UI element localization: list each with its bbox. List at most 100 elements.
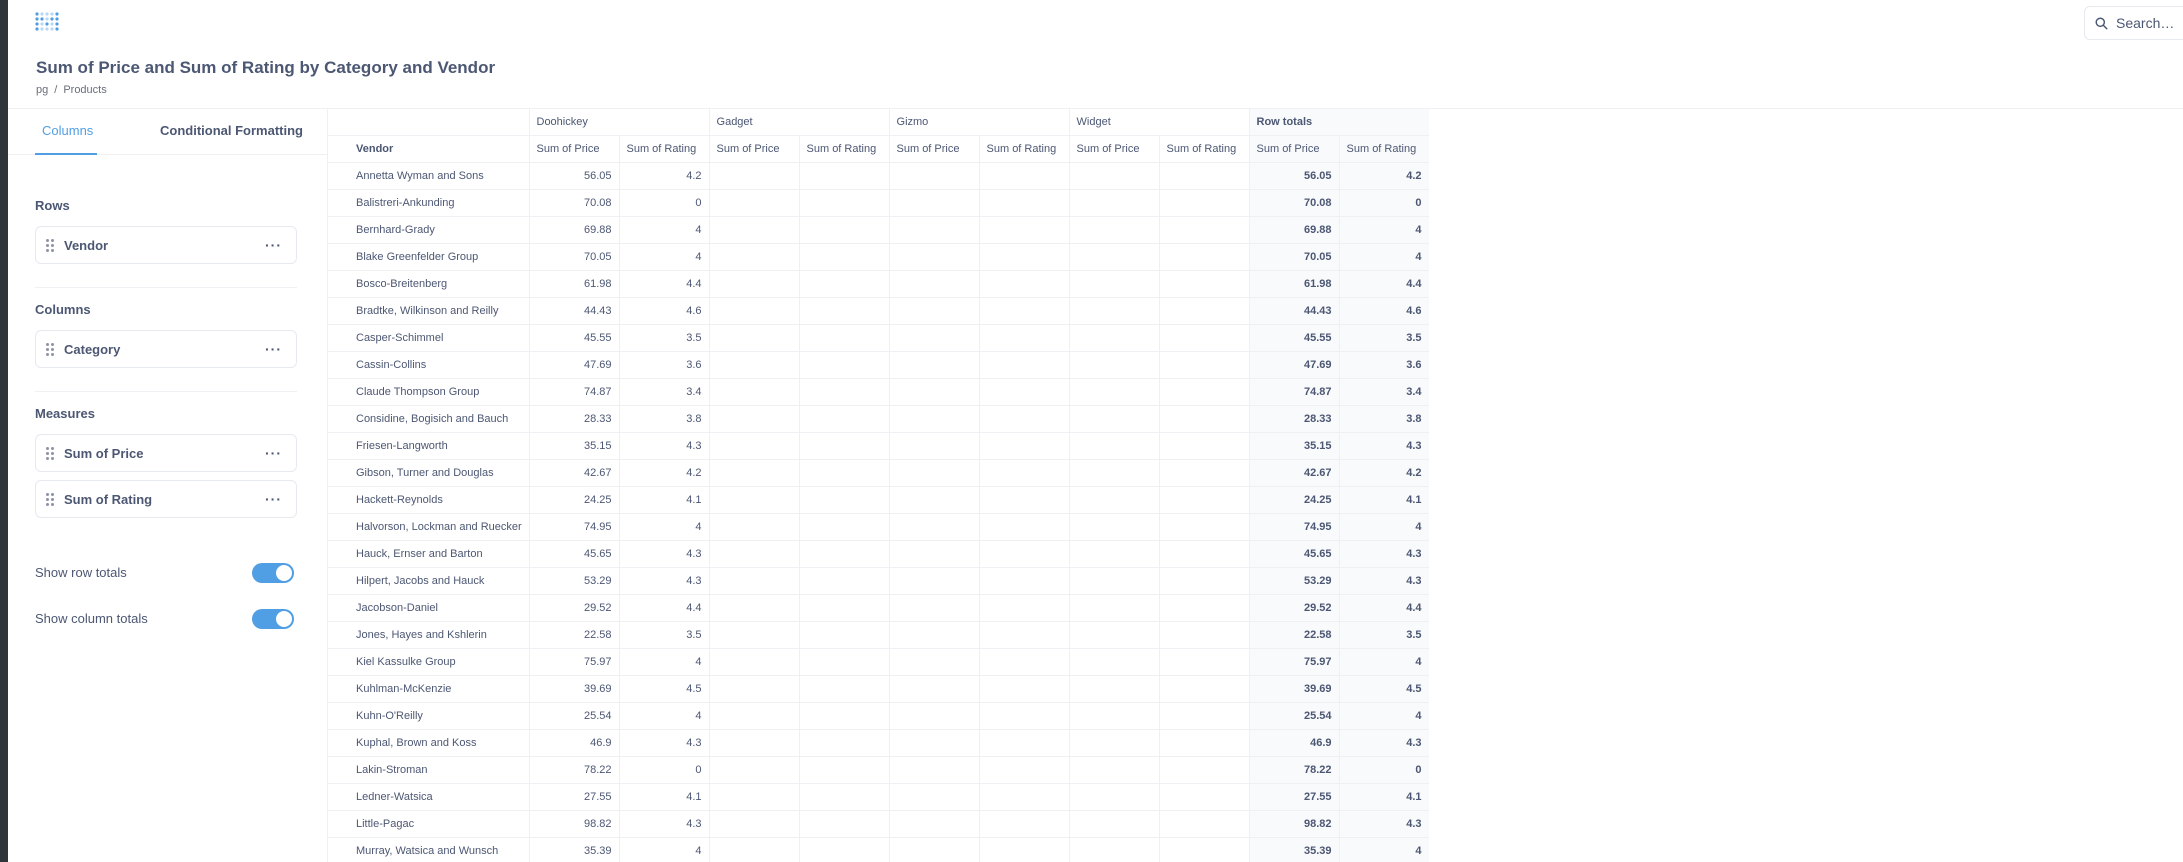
empty-cell[interactable]: [979, 756, 1070, 784]
empty-cell[interactable]: [709, 756, 800, 784]
empty-cell[interactable]: [799, 432, 890, 460]
empty-cell[interactable]: [889, 432, 980, 460]
cell-row-total-price[interactable]: 39.69: [1249, 675, 1340, 703]
cell-doohickey-price[interactable]: 39.69: [529, 675, 620, 703]
breadcrumb-table[interactable]: Products: [63, 84, 106, 96]
row-header-cell[interactable]: Kiel Kassulke Group: [328, 648, 530, 676]
empty-cell[interactable]: [1159, 513, 1250, 541]
empty-cell[interactable]: [709, 216, 800, 244]
row-header-cell[interactable]: Considine, Bogisich and Bauch: [328, 405, 530, 433]
tab-columns[interactable]: Columns: [42, 123, 93, 138]
cell-row-total-rating[interactable]: 4.3: [1339, 567, 1429, 595]
measure-header[interactable]: Sum of Rating: [619, 135, 710, 163]
cell-row-total-price[interactable]: 69.88: [1249, 216, 1340, 244]
cell-row-total-rating[interactable]: 4.5: [1339, 675, 1429, 703]
search-bar[interactable]: Search…: [2084, 6, 2183, 40]
cell-row-total-price[interactable]: 47.69: [1249, 351, 1340, 379]
cell-row-total-rating[interactable]: 4.4: [1339, 594, 1429, 622]
measure-header[interactable]: Sum of Price: [1069, 135, 1160, 163]
cell-doohickey-rating[interactable]: 4.2: [619, 459, 710, 487]
row-header-cell[interactable]: Hackett-Reynolds: [328, 486, 530, 514]
cell-row-total-price[interactable]: 44.43: [1249, 297, 1340, 325]
empty-cell[interactable]: [979, 189, 1070, 217]
empty-cell[interactable]: [889, 621, 980, 649]
cell-row-total-rating[interactable]: 4: [1339, 243, 1429, 271]
measure-header[interactable]: Sum of Price: [1249, 135, 1340, 163]
row-header-cell[interactable]: Kuhlman-McKenzie: [328, 675, 530, 703]
empty-cell[interactable]: [799, 216, 890, 244]
empty-cell[interactable]: [1159, 702, 1250, 730]
measure-header[interactable]: Sum of Price: [709, 135, 800, 163]
empty-cell[interactable]: [889, 243, 980, 271]
cell-doohickey-rating[interactable]: 3.5: [619, 324, 710, 352]
drag-handle-icon[interactable]: [46, 342, 56, 356]
breadcrumb-database[interactable]: pg: [36, 84, 48, 96]
empty-cell[interactable]: [1159, 810, 1250, 838]
empty-cell[interactable]: [889, 513, 980, 541]
empty-cell[interactable]: [1159, 594, 1250, 622]
empty-cell[interactable]: [889, 216, 980, 244]
empty-cell[interactable]: [799, 378, 890, 406]
empty-cell[interactable]: [979, 270, 1070, 298]
drag-handle-icon[interactable]: [46, 238, 56, 252]
empty-cell[interactable]: [1069, 432, 1160, 460]
cell-doohickey-rating[interactable]: 4.3: [619, 432, 710, 460]
empty-cell[interactable]: [1069, 324, 1160, 352]
cell-row-total-rating[interactable]: 4: [1339, 648, 1429, 676]
cell-doohickey-rating[interactable]: 3.5: [619, 621, 710, 649]
cell-row-total-price[interactable]: 61.98: [1249, 270, 1340, 298]
empty-cell[interactable]: [799, 270, 890, 298]
empty-cell[interactable]: [709, 540, 800, 568]
cell-row-total-rating[interactable]: 4.3: [1339, 810, 1429, 838]
empty-cell[interactable]: [1069, 216, 1160, 244]
cell-row-total-rating[interactable]: 4.3: [1339, 729, 1429, 757]
cell-doohickey-price[interactable]: 98.82: [529, 810, 620, 838]
empty-cell[interactable]: [1069, 621, 1160, 649]
empty-cell[interactable]: [709, 729, 800, 757]
empty-cell[interactable]: [889, 783, 980, 811]
row-header-vendor[interactable]: Vendor: [328, 135, 530, 163]
empty-cell[interactable]: [1069, 270, 1160, 298]
cell-doohickey-price[interactable]: 35.39: [529, 837, 620, 862]
row-header-cell[interactable]: Kuhn-O'Reilly: [328, 702, 530, 730]
cell-doohickey-rating[interactable]: 4: [619, 243, 710, 271]
more-options-icon[interactable]: ···: [265, 238, 282, 252]
cell-doohickey-price[interactable]: 78.22: [529, 756, 620, 784]
cell-doohickey-price[interactable]: 46.9: [529, 729, 620, 757]
empty-cell[interactable]: [889, 702, 980, 730]
empty-cell[interactable]: [1159, 783, 1250, 811]
cell-doohickey-rating[interactable]: 4.1: [619, 486, 710, 514]
empty-cell[interactable]: [1069, 594, 1160, 622]
empty-cell[interactable]: [979, 729, 1070, 757]
cell-doohickey-rating[interactable]: 4.3: [619, 567, 710, 595]
cell-doohickey-rating[interactable]: 4.4: [619, 270, 710, 298]
drag-handle-icon[interactable]: [46, 492, 56, 506]
empty-cell[interactable]: [799, 486, 890, 514]
empty-cell[interactable]: [799, 162, 890, 190]
row-header-cell[interactable]: Bosco-Breitenberg: [328, 270, 530, 298]
cell-row-total-rating[interactable]: 4.1: [1339, 783, 1429, 811]
empty-cell[interactable]: [1159, 729, 1250, 757]
cell-doohickey-rating[interactable]: 4: [619, 513, 710, 541]
empty-cell[interactable]: [1069, 162, 1160, 190]
empty-cell[interactable]: [979, 594, 1070, 622]
empty-cell[interactable]: [709, 567, 800, 595]
cell-row-total-rating[interactable]: 4.6: [1339, 297, 1429, 325]
empty-cell[interactable]: [889, 162, 980, 190]
cell-row-total-price[interactable]: 56.05: [1249, 162, 1340, 190]
empty-cell[interactable]: [889, 567, 980, 595]
empty-cell[interactable]: [1159, 648, 1250, 676]
cell-row-total-rating[interactable]: 0: [1339, 189, 1429, 217]
empty-cell[interactable]: [1069, 567, 1160, 595]
cell-doohickey-rating[interactable]: 0: [619, 189, 710, 217]
cell-row-total-rating[interactable]: 3.5: [1339, 621, 1429, 649]
cell-row-total-rating[interactable]: 4: [1339, 216, 1429, 244]
cell-doohickey-price[interactable]: 25.54: [529, 702, 620, 730]
cell-row-total-rating[interactable]: 3.5: [1339, 324, 1429, 352]
row-header-cell[interactable]: Ledner-Watsica: [328, 783, 530, 811]
more-options-icon[interactable]: ···: [265, 342, 282, 356]
show-row-totals-toggle[interactable]: [252, 563, 294, 583]
empty-cell[interactable]: [709, 783, 800, 811]
row-header-cell[interactable]: Little-Pagac: [328, 810, 530, 838]
empty-cell[interactable]: [799, 729, 890, 757]
